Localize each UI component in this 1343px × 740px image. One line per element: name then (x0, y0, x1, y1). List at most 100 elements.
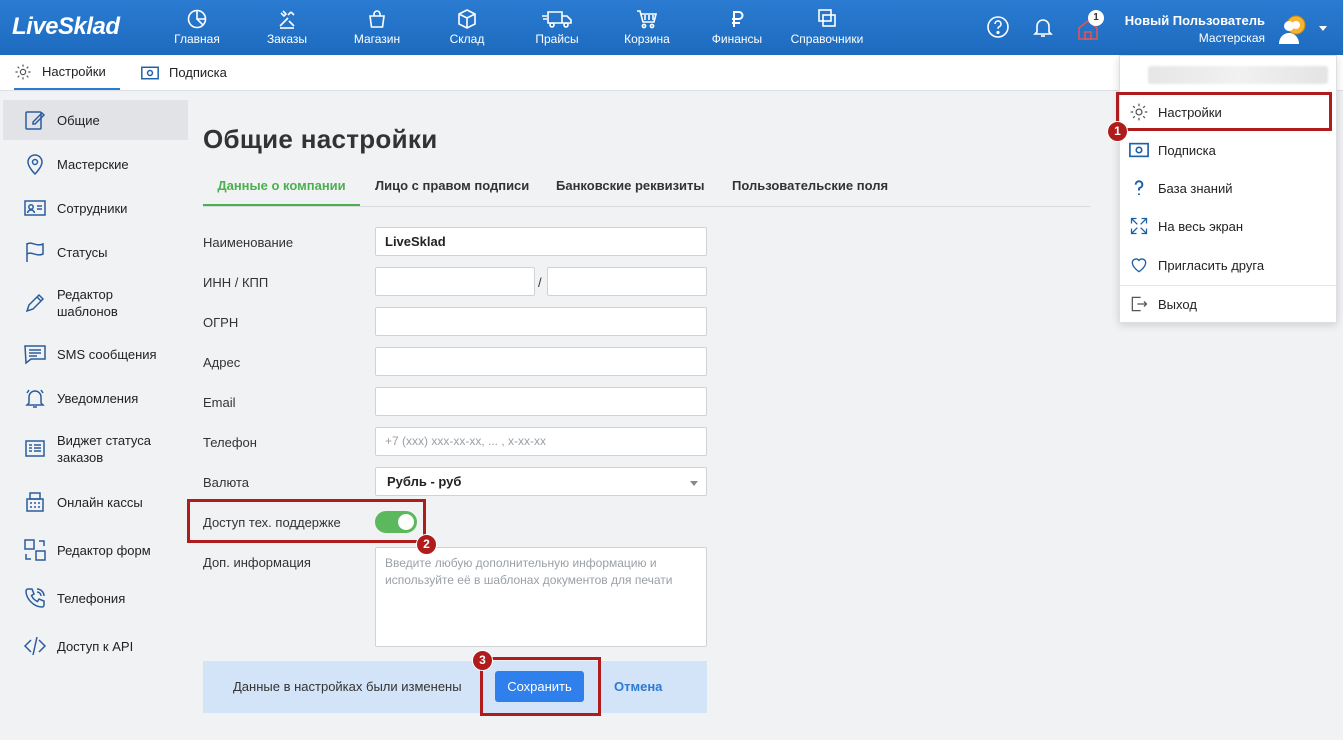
sidebar-item-form-editor[interactable]: Редактор форм (3, 530, 188, 570)
sidebar-item-label: Сотрудники (57, 200, 128, 216)
sidebar-item-sms[interactable]: SMS сообщения (3, 334, 188, 374)
currency-select[interactable]: Рубль - руб (375, 467, 707, 496)
menu-item-label: На весь экран (1158, 218, 1244, 234)
heart-icon (1131, 258, 1147, 273)
tab-bank-details[interactable]: Банковские реквизиты (556, 170, 705, 206)
annotation-highlight-save (480, 657, 601, 716)
sidebar-item-status-widget[interactable]: Виджет статуса заказов (3, 429, 188, 469)
help-icon[interactable] (986, 15, 1010, 39)
code-icon (23, 636, 47, 656)
edit-icon (25, 111, 46, 130)
notification-badge: 1 (1088, 10, 1104, 26)
app-logo[interactable]: LiveSklad (12, 13, 120, 41)
sidebar-item-label: Доступ к API (57, 638, 134, 654)
nav-orders[interactable]: Заказы (242, 6, 332, 50)
logout-icon (1131, 296, 1148, 312)
inn-kpp-label: ИНН / КПП (203, 275, 269, 290)
menu-item-subscription[interactable]: Подписка (1120, 132, 1336, 168)
banknote-icon (141, 66, 159, 79)
nav-prices-label: Прайсы (535, 32, 579, 46)
page-title: Общие настройки (203, 124, 438, 154)
annotation-highlight-support-toggle (187, 499, 426, 543)
subtab-settings-label: Настройки (42, 64, 106, 79)
gear-icon (15, 64, 31, 79)
nav-home-label: Главная (174, 32, 220, 46)
nav-cart-label: Корзина (624, 32, 670, 46)
menu-item-logout[interactable]: Выход (1120, 286, 1336, 322)
email-label: Email (203, 395, 236, 410)
sidebar-item-cash-registers[interactable]: Онлайн кассы (3, 482, 188, 522)
banknote-icon (1129, 142, 1149, 158)
inn-input[interactable] (375, 267, 535, 296)
user-role[interactable]: Мастерская (1199, 31, 1265, 45)
nav-shop-label: Магазин (353, 32, 401, 46)
extra-info-textarea[interactable]: Введите любую дополнительную информацию … (375, 547, 707, 647)
menu-item-knowledge-base[interactable]: База знаний (1120, 170, 1336, 206)
nav-cart[interactable]: Корзина (602, 6, 692, 50)
subtab-subscription-label: Подписка (169, 65, 227, 80)
address-label: Адрес (203, 355, 241, 370)
form-editor-icon (24, 539, 46, 561)
menu-item-label: Пригласить друга (1158, 257, 1265, 273)
blurred-account-info (1148, 66, 1328, 84)
tab-custom-fields[interactable]: Пользовательские поля (732, 170, 888, 206)
phone-label: Телефон (203, 435, 257, 450)
box-icon (458, 9, 476, 29)
phone-input[interactable]: +7 (xxx) xxx-xx-xx, ... , x-xx-xx (375, 427, 707, 456)
address-input[interactable] (375, 347, 707, 376)
nav-prices[interactable]: Прайсы (512, 6, 602, 50)
subtab-settings[interactable]: Настройки (14, 55, 120, 90)
unsaved-changes-message: Данные в настройках были изменены (233, 679, 462, 694)
sidebar-item-statuses[interactable]: Статусы (3, 232, 188, 272)
sidebar-item-general[interactable]: Общие (3, 100, 188, 140)
copy-icon (818, 9, 836, 27)
nav-warehouse[interactable]: Склад (422, 6, 512, 50)
email-input[interactable] (375, 387, 707, 416)
kpp-input[interactable] (547, 267, 707, 296)
flag-icon (26, 242, 44, 262)
user-menu-caret[interactable] (1319, 26, 1327, 31)
ogrn-label: ОГРН (203, 315, 239, 330)
nav-shop[interactable]: Магазин (332, 6, 422, 50)
phone-icon (25, 588, 45, 608)
name-input[interactable]: LiveSklad (375, 227, 707, 256)
cart-icon (637, 10, 658, 29)
sidebar-item-label: Статусы (57, 244, 108, 260)
sidebar-item-label: Редактор форм (57, 542, 151, 558)
question-icon (1134, 180, 1144, 196)
sidebar-item-workshops[interactable]: Мастерские (3, 144, 188, 184)
sidebar-item-label: Общие (57, 112, 100, 128)
nav-references[interactable]: Справочники (782, 6, 872, 50)
tab-signatory[interactable]: Лицо с правом подписи (375, 170, 529, 206)
user-avatar-icon[interactable] (1276, 12, 1310, 46)
sidebar-item-telephony[interactable]: Телефония (3, 578, 188, 618)
chevron-down-icon (690, 481, 698, 486)
menu-item-fullscreen[interactable]: На весь экран (1120, 208, 1336, 244)
bell-icon[interactable] (1031, 15, 1055, 39)
menu-item-invite-friend[interactable]: Пригласить друга (1120, 247, 1336, 283)
ogrn-input[interactable] (375, 307, 707, 336)
user-name[interactable]: Новый Пользователь (1125, 13, 1265, 28)
sidebar-item-label: Редактор шаблонов (57, 287, 118, 319)
pencil-icon (25, 293, 45, 313)
sidebar-item-api[interactable]: Доступ к API (3, 626, 188, 666)
widget-icon (25, 440, 45, 457)
sidebar-item-template-editor[interactable]: Редактор шаблонов (3, 283, 188, 323)
nav-home[interactable]: Главная (152, 6, 242, 50)
sidebar-item-label: Телефония (57, 590, 126, 606)
nav-orders-label: Заказы (266, 32, 308, 46)
message-icon (24, 345, 46, 365)
annotation-marker-1: 1 (1107, 121, 1128, 142)
bell-icon (25, 389, 45, 408)
tab-company-data[interactable]: Данные о компании (203, 170, 360, 206)
sidebar-item-notifications[interactable]: Уведомления (3, 378, 188, 418)
sidebar-item-employees[interactable]: Сотрудники (3, 188, 188, 228)
sidebar-item-label: Мастерские (57, 156, 129, 172)
tools-icon (279, 10, 295, 29)
sidebar-item-label: Уведомления (57, 390, 139, 406)
cash-register-icon (26, 492, 44, 512)
subtab-subscription[interactable]: Подписка (141, 55, 227, 90)
cancel-link[interactable]: Отмена (614, 679, 662, 694)
annotation-highlight-settings (1116, 92, 1332, 131)
nav-finance[interactable]: Финансы (692, 6, 782, 50)
